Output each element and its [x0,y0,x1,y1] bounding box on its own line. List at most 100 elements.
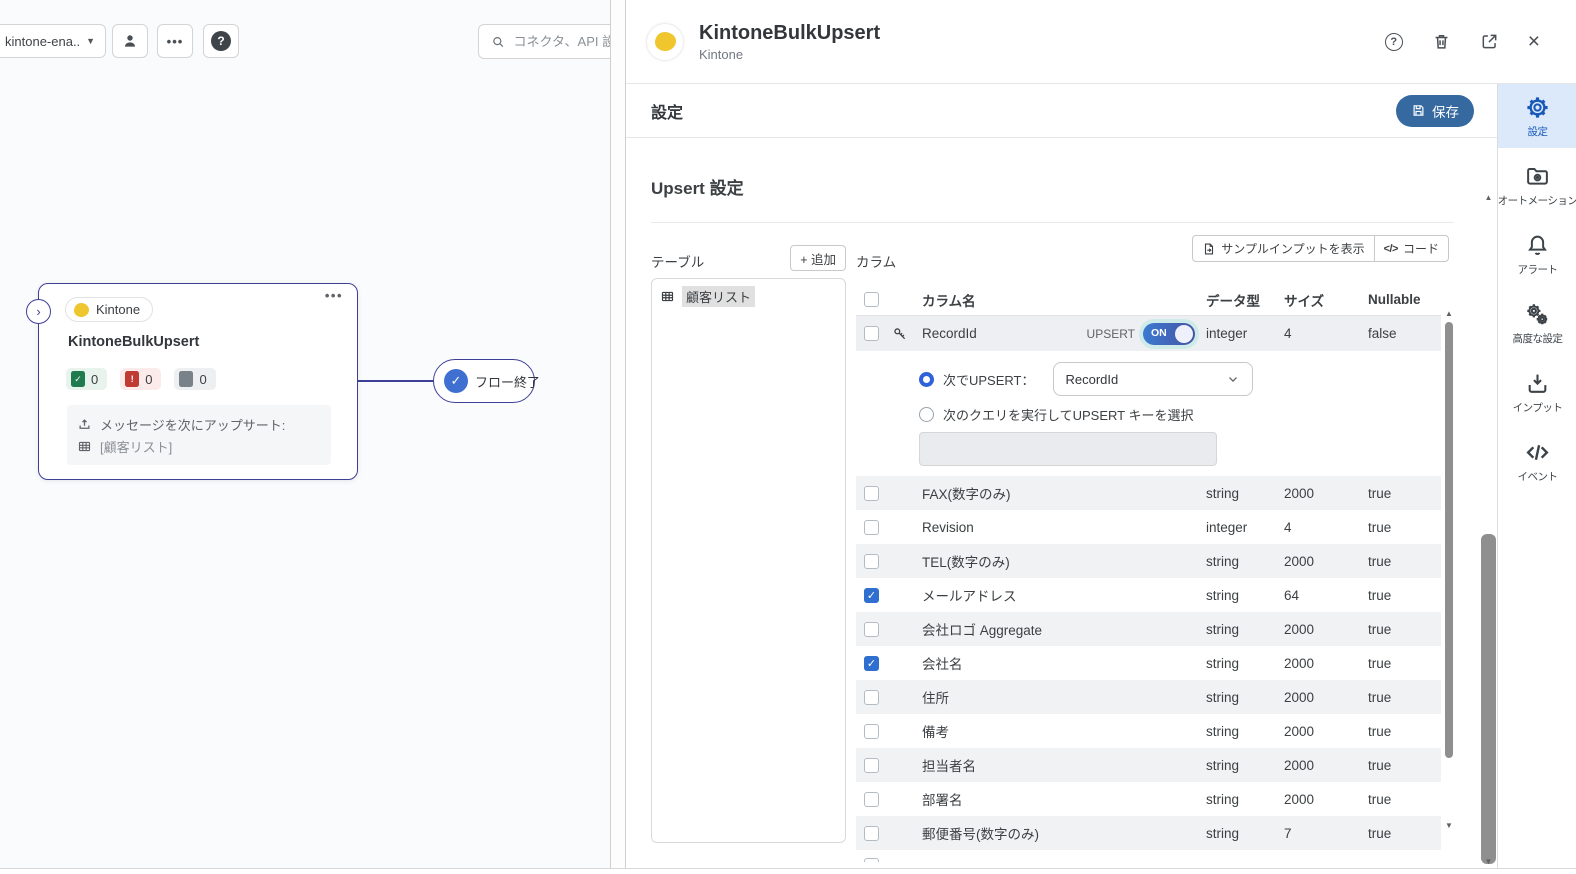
upsert-by-key-radio[interactable] [919,372,934,387]
person-icon [121,32,139,50]
flow-selector-label: kintone-ena... [5,34,80,49]
error-badge: ! 0 [120,368,161,390]
upsert-query-input[interactable] [919,432,1217,466]
row-checkbox[interactable] [864,486,879,501]
save-icon [1411,103,1426,118]
row-checkbox[interactable] [864,724,879,739]
pending-count: 0 [199,372,206,387]
table-listbox: 顧客リスト [651,278,846,843]
connector-avatar [646,23,684,61]
table-row [856,850,1441,862]
row-checkbox[interactable] [864,690,879,705]
toggle-state-label: ON [1151,327,1167,339]
row-checkbox[interactable] [864,858,879,862]
row-checkbox[interactable]: ✓ [864,656,879,671]
sidebar-item-label: 設定 [1528,124,1548,139]
upsert-toggle[interactable]: ON [1143,323,1195,345]
automation-icon [1525,164,1550,189]
row-type: string [1206,554,1284,569]
sidebar-item-advanced-settings[interactable]: 高度な設定 [1498,291,1576,355]
row-checkbox[interactable]: ✓ [864,588,879,603]
row-checkbox[interactable] [864,622,879,637]
table-row: 部署名 string 2000 true [856,782,1441,816]
row-nullable: true [1368,826,1441,841]
table-scrollbar[interactable]: ▲ ▼ [1444,310,1454,830]
row-nullable: true [1368,588,1441,603]
row-checkbox[interactable] [864,554,879,569]
settings-scroll-area: Upsert 設定 テーブル + 追加 [626,138,1497,868]
sidebar-item-events[interactable]: イベント [1498,429,1576,493]
row-checkbox[interactable] [864,826,879,841]
tables-label: テーブル [651,251,704,271]
scroll-up-icon[interactable]: ▲ [1444,310,1454,318]
user-button[interactable] [112,24,148,58]
table-icon [77,439,92,454]
flow-end-node[interactable]: ✓ フロー終了 [433,359,535,403]
show-sample-input-button[interactable]: サンプルインプットを表示 [1193,236,1373,261]
code-button[interactable]: </> コード [1374,236,1448,261]
row-name: 住所 [922,687,1206,707]
upsert-by-query-radio[interactable] [919,407,934,422]
row-checkbox[interactable] [864,758,879,773]
scroll-down-icon[interactable]: ▼ [1480,858,1497,866]
scroll-down-icon[interactable]: ▼ [1444,822,1454,830]
table-list-item[interactable]: 顧客リスト [660,286,837,307]
header-data-type: データ型 [1206,290,1284,310]
row-type: string [1206,724,1284,739]
success-count: 0 [91,372,98,387]
node-menu-button[interactable]: ••• [325,288,343,303]
scroll-up-icon[interactable]: ▲ [1480,194,1497,202]
more-options-button[interactable]: ••• [157,24,193,58]
upsert-key-select[interactable]: RecordId [1053,362,1253,396]
sidebar-item-input[interactable]: インプット [1498,360,1576,424]
open-external-button[interactable] [1480,32,1499,51]
sidebar-item-label: 高度な設定 [1513,331,1563,346]
row-nullable: true [1368,520,1441,535]
upsert-section-title: Upsert 設定 [651,174,1454,223]
config-panel: KintoneBulkUpsert Kintone ? × 設定 [625,0,1576,868]
upsert-options: 次でUPSERT： RecordId 次のクエリを実行してUPSERT キーを選… [856,351,1441,476]
row-nullable: true [1368,724,1441,739]
header-nullable: Nullable [1368,292,1441,307]
close-panel-button[interactable]: × [1528,33,1540,51]
node-expand-button[interactable]: › [26,299,51,324]
external-link-icon [1480,32,1499,51]
table-row: 住所 string 2000 true [856,680,1441,714]
kintone-node-card[interactable]: › Kintone ••• KintoneBulkUpsert ✓ 0 ! 0 … [38,283,358,480]
scrollbar-thumb[interactable] [1445,322,1453,758]
events-icon [1525,440,1550,465]
doc-error-icon: ! [125,371,139,387]
delete-button[interactable] [1432,32,1451,51]
row-type: integer [1206,520,1284,535]
row-checkbox[interactable] [864,792,879,807]
row-checkbox[interactable] [864,520,879,535]
save-button[interactable]: 保存 [1396,95,1474,127]
sidebar-item-settings[interactable]: 設定 [1498,84,1576,148]
row-nullable: true [1368,656,1441,671]
upsert-tag: UPSERT [1087,327,1135,341]
flow-selector-dropdown[interactable]: kintone-ena... ▼ [0,24,106,58]
row-nullable: true [1368,758,1441,773]
row-name: 備考 [922,721,1206,741]
row-size: 7 [1284,826,1368,841]
help-button[interactable]: ? [203,24,239,58]
trash-icon [1432,32,1451,51]
row-name: TEL(数字のみ) [922,551,1206,571]
header-size: サイズ [1284,290,1368,310]
canvas-search-box[interactable] [478,24,625,59]
panel-help-button[interactable]: ? [1385,33,1403,51]
row-name: FAX(数字のみ) [922,483,1206,503]
table-row: Revision integer 4 true [856,510,1441,544]
row-name: 部署名 [922,789,1206,809]
row-nullable: true [1368,622,1441,637]
row-checkbox[interactable] [864,326,879,341]
search-input[interactable] [513,34,625,49]
flow-canvas[interactable]: kintone-ena... ▼ ••• ? › Kintone ••• Kin… [0,0,625,868]
add-table-button[interactable]: + 追加 [790,245,846,271]
select-all-checkbox[interactable] [864,292,879,307]
sidebar-item-alerts[interactable]: アラート [1498,222,1576,286]
scrollbar-thumb[interactable] [1481,534,1496,864]
sidebar-item-automation[interactable]: オートメーション [1498,153,1576,217]
panel-scrollbar[interactable]: ▲ ▼ [1480,192,1497,868]
search-icon [491,34,505,50]
